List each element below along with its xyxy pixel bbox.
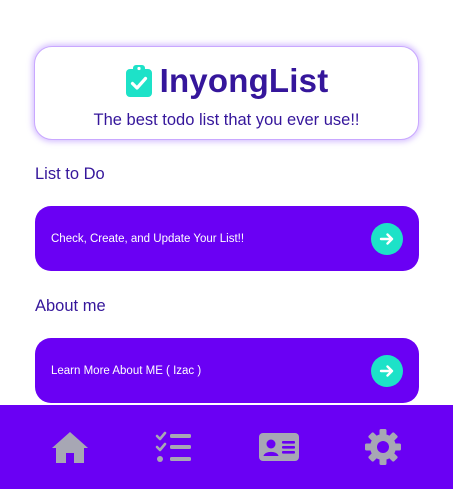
app-header-card: InyongList The best todo list that you e… bbox=[34, 46, 419, 140]
home-screen: InyongList The best todo list that you e… bbox=[0, 0, 453, 489]
clipboard-check-icon bbox=[125, 65, 152, 97]
nav-task-list[interactable] bbox=[144, 417, 204, 477]
home-icon bbox=[52, 432, 89, 463]
list-to-do-arrow-button[interactable] bbox=[371, 222, 403, 255]
section-title-list-to-do: List to Do bbox=[35, 165, 105, 183]
about-me-arrow-button[interactable] bbox=[371, 354, 403, 387]
list-to-do-card[interactable]: Check, Create, and Update Your List!! bbox=[35, 206, 419, 271]
about-me-card[interactable]: Learn More About ME ( Izac ) bbox=[35, 338, 419, 403]
brand-row: InyongList bbox=[125, 61, 329, 101]
settings-gear-icon bbox=[364, 429, 401, 465]
arrow-right-icon bbox=[379, 364, 394, 377]
app-title: InyongList bbox=[159, 62, 329, 99]
about-me-card-label: Learn More About ME ( Izac ) bbox=[51, 364, 202, 377]
id-card-icon bbox=[258, 433, 299, 461]
arrow-right-icon bbox=[379, 232, 394, 245]
section-title-about-me: About me bbox=[35, 297, 106, 315]
task-list-icon bbox=[156, 431, 192, 462]
nav-settings[interactable] bbox=[353, 417, 413, 477]
nav-profile[interactable] bbox=[249, 417, 309, 477]
app-tagline: The best todo list that you ever use!! bbox=[93, 111, 360, 129]
bottom-navigation-bar bbox=[0, 405, 453, 489]
list-to-do-card-label: Check, Create, and Update Your List!! bbox=[51, 232, 245, 245]
nav-home[interactable] bbox=[40, 417, 100, 477]
